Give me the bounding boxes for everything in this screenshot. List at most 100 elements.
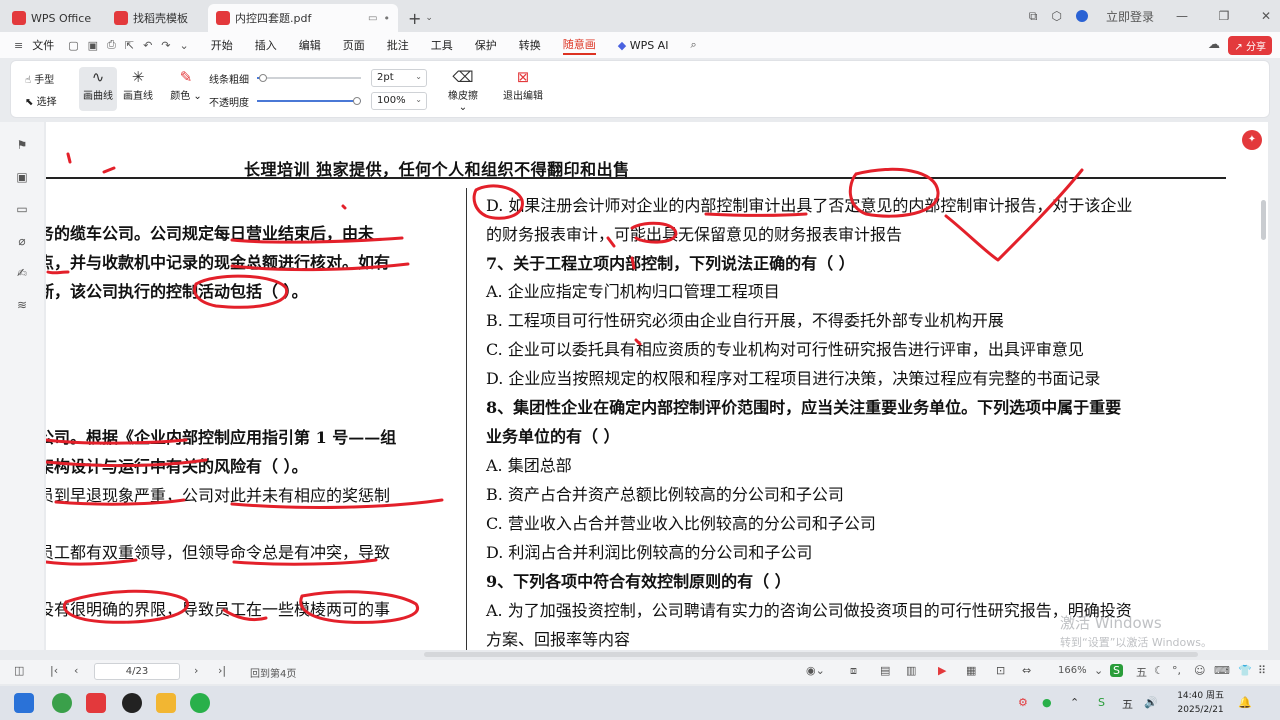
minimize-icon[interactable]: —: [1168, 9, 1196, 23]
tray-app-icon[interactable]: ⚙: [1018, 696, 1028, 709]
next-page-icon[interactable]: ›: [194, 664, 198, 677]
first-page-icon[interactable]: |‹: [50, 664, 58, 677]
file-explorer-icon[interactable]: [156, 693, 176, 713]
menu-protect[interactable]: 保护: [475, 37, 497, 53]
undo-icon[interactable]: ↶: [143, 39, 152, 52]
notification-icon[interactable]: 🔔: [1238, 696, 1252, 709]
bookmark-icon[interactable]: ⚑: [15, 138, 29, 152]
save-icon[interactable]: ▣: [88, 39, 98, 52]
menu-comment[interactable]: 批注: [387, 37, 409, 53]
prev-page-icon[interactable]: ‹: [74, 664, 78, 677]
tab-list-chevron-icon[interactable]: ⌄: [425, 4, 433, 32]
print-icon[interactable]: ⎙: [107, 38, 116, 52]
login-button[interactable]: 立即登录: [1075, 8, 1154, 25]
comment-icon[interactable]: ▭: [15, 202, 29, 216]
close-window-icon[interactable]: ✕: [1252, 9, 1280, 23]
color-button[interactable]: ✎ 颜色 ⌄: [169, 67, 203, 111]
menu-edit[interactable]: 编辑: [299, 37, 321, 53]
ai-assistant-badge[interactable]: ✦: [1242, 130, 1262, 150]
folder-icon[interactable]: ▢: [68, 39, 78, 52]
grid-menu-icon[interactable]: ⠿: [1258, 664, 1266, 677]
draw-curve-button[interactable]: ∿ 画曲线: [79, 67, 117, 111]
thickness-knob[interactable]: [259, 74, 267, 82]
punctuation-icon[interactable]: °,: [1172, 664, 1181, 677]
box-icon[interactable]: ⬡: [1052, 9, 1062, 23]
layers-icon[interactable]: ≋: [15, 298, 29, 312]
tray-ime-label[interactable]: 五: [1122, 696, 1133, 712]
select-tool[interactable]: ⬉ 选择: [25, 93, 57, 108]
redo-icon[interactable]: ↷: [161, 39, 170, 52]
sogou-ime-icon[interactable]: S: [1110, 664, 1123, 677]
tray-wechat-icon[interactable]: ●: [1042, 696, 1052, 709]
hand-tool[interactable]: ☝ 手型: [25, 71, 54, 86]
windows-start-icon[interactable]: [14, 693, 34, 713]
single-page-icon[interactable]: ▤: [880, 664, 890, 677]
new-tab-plus-icon[interactable]: +: [408, 4, 421, 32]
search-icon[interactable]: ⌕: [690, 38, 696, 52]
export-icon[interactable]: ⇱: [125, 39, 134, 52]
more-chevron-icon[interactable]: ⌄: [180, 39, 189, 52]
header-rule: [46, 177, 1226, 179]
attachment-icon[interactable]: ⌀: [15, 234, 29, 248]
exit-edit-button[interactable]: ⊠ 退出编辑: [499, 67, 547, 111]
eye-protect-icon[interactable]: ◉⌄: [806, 664, 825, 677]
tab-template[interactable]: 找稻壳模板: [106, 4, 204, 32]
menu-insert[interactable]: 插入: [255, 37, 277, 53]
document-page[interactable]: 长理培训 独家提供，任何个人和组织不得翻印和出售 务的缆车公司。公司规定每日营业…: [46, 122, 1268, 650]
wps-taskbar-icon[interactable]: [86, 693, 106, 713]
emoji-icon[interactable]: ☺: [1194, 664, 1205, 677]
menu-tools[interactable]: 工具: [431, 37, 453, 53]
menu-convert[interactable]: 转换: [519, 37, 541, 53]
skin-icon[interactable]: 👕: [1238, 664, 1252, 677]
restore-icon[interactable]: ❐: [1210, 9, 1238, 23]
wps-ai-icon: ◆: [617, 38, 627, 52]
menu-freehand[interactable]: 随意画: [562, 36, 596, 55]
double-page-icon[interactable]: ▥: [906, 664, 916, 677]
keyboard-icon[interactable]: ⌨: [1214, 664, 1230, 677]
tab-pdf-document[interactable]: 内控四套题.pdf ▭ •: [208, 4, 398, 32]
fit-width-icon[interactable]: ⇔: [1022, 664, 1031, 677]
opacity-combo[interactable]: 100% ⌄: [371, 92, 427, 110]
share-button[interactable]: ↗ 分享: [1228, 36, 1272, 55]
signature-icon[interactable]: ✍: [15, 266, 29, 280]
cloud-upload-icon[interactable]: ☁: [1208, 37, 1220, 51]
right-line: 9、下列各项中符合有效控制原则的有（ ）: [486, 572, 791, 591]
eraser-button[interactable]: ⌫ 橡皮擦 ⌄: [443, 67, 483, 113]
draw-line-button[interactable]: ✳ 画直线: [119, 67, 157, 111]
thickness-slider[interactable]: [257, 74, 361, 82]
menu-page[interactable]: 页面: [343, 37, 365, 53]
menu-wps-ai[interactable]: ◆ WPS AI: [618, 39, 669, 52]
zoom-level[interactable]: 166%: [1058, 665, 1087, 676]
opacity-slider[interactable]: [257, 97, 361, 105]
tray-sogou-icon[interactable]: S: [1098, 696, 1105, 709]
edge-browser-icon[interactable]: [52, 693, 72, 713]
app-dark-icon[interactable]: [122, 693, 142, 713]
tray-chevron-icon[interactable]: ⌃: [1070, 696, 1079, 709]
horizontal-scrollbar[interactable]: [424, 652, 1198, 657]
vertical-scrollbar[interactable]: [1261, 200, 1266, 240]
back-to-page-link[interactable]: 回到第4页: [250, 665, 296, 680]
fit-page-icon[interactable]: ⊡: [996, 664, 1005, 677]
opacity-knob[interactable]: [353, 97, 361, 105]
menu-home[interactable]: 开始: [211, 37, 233, 53]
wechat-icon[interactable]: [190, 693, 210, 713]
window-layout-icon[interactable]: ⧉: [1029, 9, 1038, 24]
volume-icon[interactable]: 🔊: [1144, 696, 1158, 709]
thickness-combo[interactable]: 2pt ⌄: [371, 69, 427, 87]
hamburger-icon[interactable]: ≡: [14, 39, 23, 52]
tab-wps-office[interactable]: WPS Office: [4, 4, 102, 32]
play-icon[interactable]: ▶: [938, 664, 946, 677]
ime-wubi[interactable]: 五: [1136, 664, 1147, 680]
page-number-field[interactable]: 4/23: [94, 663, 180, 680]
close-tab-icon[interactable]: •: [384, 12, 391, 25]
menu-file[interactable]: 文件: [32, 37, 54, 53]
thumbnail-icon[interactable]: ▣: [15, 170, 29, 184]
last-page-icon[interactable]: ›|: [218, 664, 226, 677]
moon-icon[interactable]: ☾: [1154, 664, 1164, 677]
monitor-icon[interactable]: ▭: [368, 13, 377, 24]
zoom-chevron-icon[interactable]: ⌄: [1094, 664, 1103, 677]
sidebar-toggle-icon[interactable]: ◫: [14, 664, 24, 677]
system-clock[interactable]: 14:40 周五 2025/2/21: [1177, 689, 1224, 717]
scroll-mode-icon[interactable]: ⧈: [850, 664, 857, 678]
grid-view-icon[interactable]: ▦: [966, 664, 976, 677]
